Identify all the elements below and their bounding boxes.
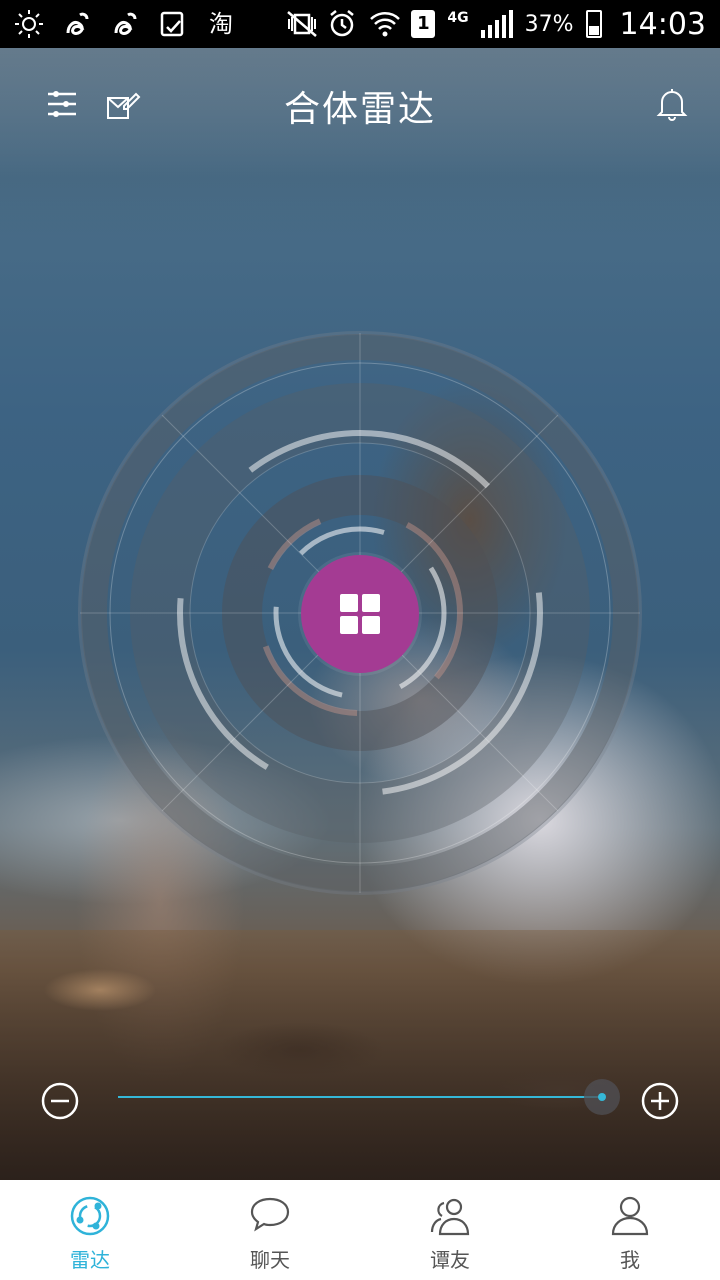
signal-icon (480, 10, 513, 38)
minus-circle-icon[interactable] (40, 1081, 80, 1121)
radar-icon (70, 1196, 110, 1236)
squirrel-icon (110, 9, 140, 39)
zoom-slider-thumb[interactable] (584, 1079, 620, 1115)
friends-icon (430, 1198, 470, 1236)
tab-me[interactable]: 我 (540, 1180, 720, 1280)
squirrel-icon (62, 9, 92, 39)
bottom-tab-bar: 雷达 聊天 谭友 我 (0, 1180, 720, 1280)
alarm-icon (327, 9, 357, 39)
status-bar: 淘 1 4G 37% 14:03 (0, 0, 720, 48)
vibrate-mute-icon (285, 9, 318, 39)
sim-icon: 1 (411, 10, 436, 38)
tab-friends[interactable]: 谭友 (360, 1180, 540, 1280)
user-icon (611, 1196, 649, 1236)
plus-circle-icon[interactable] (640, 1081, 680, 1121)
clock: 14:03 (619, 6, 706, 42)
photo-rocks (0, 930, 720, 1182)
battery-percent: 37% (524, 11, 574, 37)
chat-bubble-icon (250, 1197, 290, 1232)
bell-icon[interactable] (652, 84, 692, 124)
tab-label: 聊天 (250, 1248, 290, 1272)
status-right-icons: 1 4G 37% 14:03 (285, 7, 706, 42)
battery-icon (585, 10, 602, 38)
status-left-icons: 淘 (14, 9, 236, 39)
network-type: 4G (447, 10, 469, 26)
zoom-slider-fill (118, 1096, 602, 1098)
grid-icon (340, 594, 380, 634)
sun-icon (14, 9, 44, 39)
zoom-slider-track[interactable] (118, 1096, 602, 1098)
tab-radar[interactable]: 雷达 (0, 1180, 180, 1280)
page-title: 合体雷达 (283, 89, 436, 130)
tab-chat[interactable]: 聊天 (180, 1180, 360, 1280)
tab-label: 谭友 (430, 1248, 470, 1272)
tab-label: 雷达 (70, 1248, 110, 1272)
wifi-icon (369, 9, 401, 39)
radar-center-button[interactable] (301, 555, 419, 673)
taobao-icon: 淘 (209, 10, 233, 38)
tab-label: 我 (620, 1248, 640, 1272)
check-square-icon (158, 9, 188, 39)
app-header: 合体雷达 (0, 48, 720, 160)
